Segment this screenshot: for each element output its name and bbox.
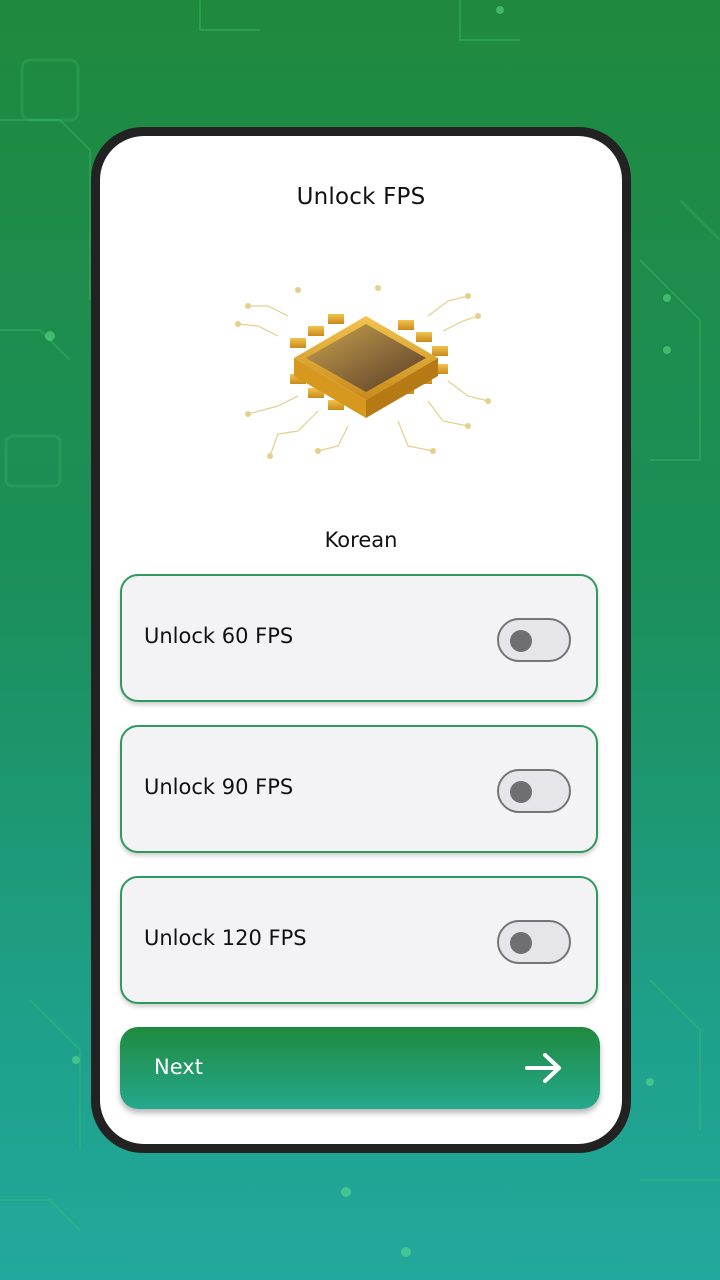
toggle-60fps[interactable] xyxy=(497,618,571,662)
next-button[interactable]: Next xyxy=(120,1027,600,1109)
option-label: Unlock 120 FPS xyxy=(144,926,307,950)
option-label: Unlock 60 FPS xyxy=(144,624,294,648)
toggle-90fps[interactable] xyxy=(497,769,571,813)
option-card-60fps: Unlock 60 FPS xyxy=(120,574,598,702)
cpu-chip-icon xyxy=(235,285,491,459)
arrow-right-icon xyxy=(525,1053,561,1083)
option-label: Unlock 90 FPS xyxy=(144,775,294,799)
toggle-knob xyxy=(510,781,532,803)
option-card-120fps: Unlock 120 FPS xyxy=(120,876,598,1004)
toggle-120fps[interactable] xyxy=(497,920,571,964)
option-card-90fps: Unlock 90 FPS xyxy=(120,725,598,853)
page-title: Unlock FPS xyxy=(296,184,426,210)
toggle-knob xyxy=(510,630,532,652)
next-button-label: Next xyxy=(154,1055,203,1079)
phone-frame: Unlock FPS Korean Unlock 60 FPS Unlock 9… xyxy=(91,127,631,1153)
language-label: Korean xyxy=(324,528,398,552)
app-screen: Unlock FPS Korean Unlock 60 FPS Unlock 9… xyxy=(100,136,622,1144)
toggle-knob xyxy=(510,932,532,954)
